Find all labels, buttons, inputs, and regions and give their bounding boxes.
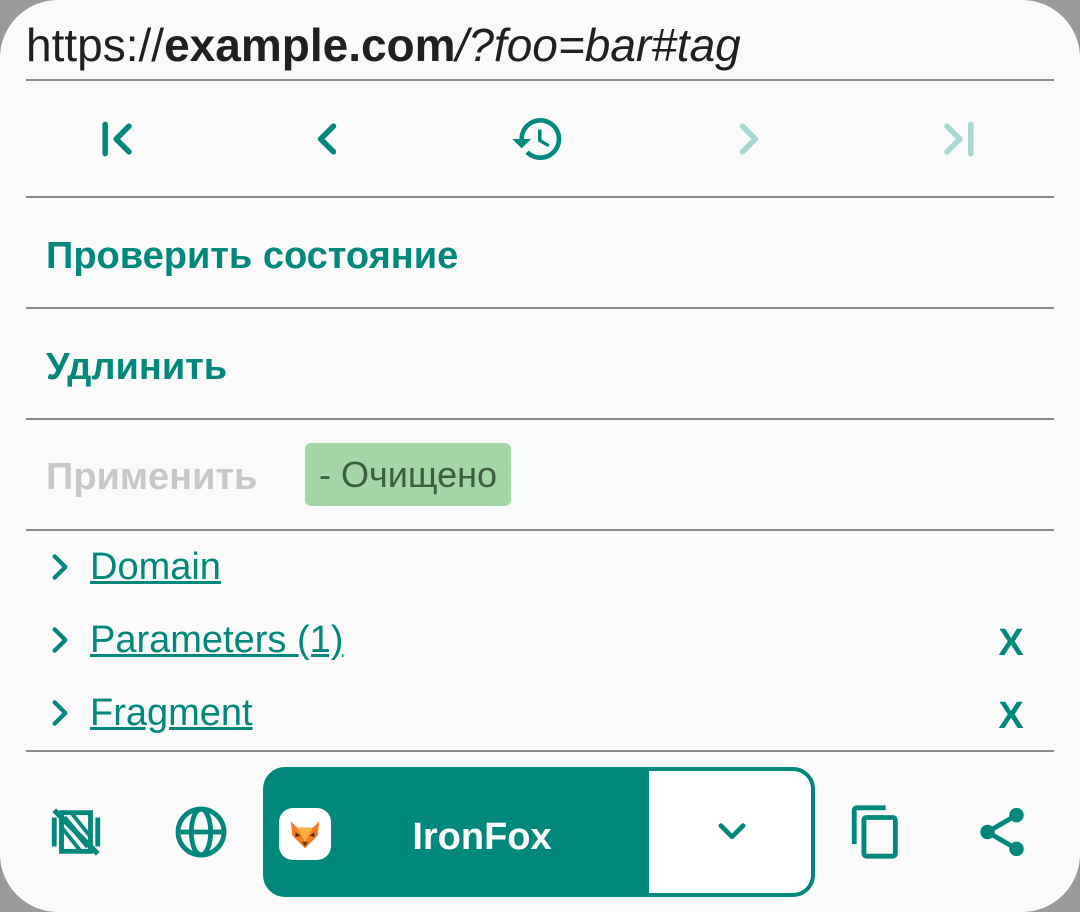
chevron-right-icon [52,627,68,653]
ctabs-toggle-button[interactable] [44,800,108,864]
first-button[interactable] [58,82,178,196]
cleaned-badge: - Очищено [305,443,511,506]
unshorten-button[interactable]: Удлинить [46,337,227,397]
chevron-right-icon [52,554,68,580]
previous-button[interactable] [268,82,388,196]
remove-fragment-button[interactable]: X [994,683,1028,743]
module-label[interactable]: Parameters (1) [90,610,343,670]
open-in-browser-button: IronFox [263,767,815,897]
chevron-down-icon [718,823,746,840]
choose-browser-dropdown[interactable] [649,771,811,893]
next-button[interactable] [688,82,808,196]
open-with-button[interactable] [169,800,233,864]
divider [26,418,1054,420]
url-text[interactable]: https://example.com/?foo=bar#tag [26,12,1056,78]
url-scheme: https:// [26,19,165,71]
url-host: example.com [164,19,456,71]
share-icon [980,807,1024,857]
next-icon [739,123,759,155]
remove-parameters-button[interactable]: X [994,610,1028,670]
previous-icon [317,123,337,155]
copy-icon [851,805,898,859]
divider [26,529,1054,531]
history-navigation [26,82,1054,196]
apply-button[interactable]: Применить [46,447,257,507]
open-in-ironfox-button[interactable]: IronFox [267,771,647,893]
chevron-right-icon [52,700,68,726]
divider [26,750,1054,752]
url-path-query-fragment: /?foo=bar#tag [455,19,741,71]
divider [26,196,1054,198]
divider [26,79,1054,81]
fox-logo-icon [290,821,320,849]
share-button[interactable] [970,800,1034,864]
history-icon [512,118,562,160]
module-item-fragment[interactable]: Fragment X [44,683,1054,743]
history-button[interactable] [478,82,598,196]
module-item-domain[interactable]: Domain [44,537,1054,597]
divider [26,307,1054,309]
first-icon [102,121,132,157]
globe-icon [175,806,227,858]
copy-button[interactable] [844,800,908,864]
last-button[interactable] [898,82,1018,196]
module-label[interactable]: Domain [90,537,221,597]
check-status-button[interactable]: Проверить состояние [46,226,458,286]
browser-name: IronFox [412,816,552,858]
last-icon [944,121,974,157]
url-checker-dialog: https://example.com/?foo=bar#tag Провери… [0,0,1080,912]
module-item-parameters[interactable]: Parameters (1) X [44,610,1054,670]
no-ctabs-icon [51,808,101,856]
module-label[interactable]: Fragment [90,683,253,743]
ironfox-logo-icon [279,808,331,860]
